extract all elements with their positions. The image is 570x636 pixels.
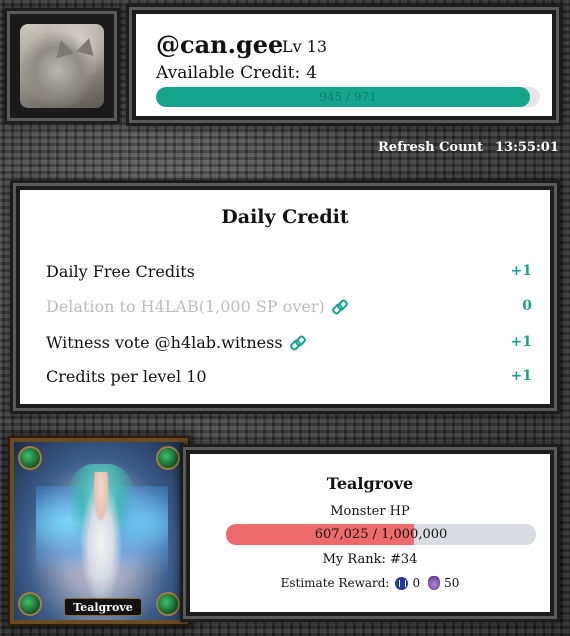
credit-label: Available Credit: [156,63,301,83]
credit-row: Credits per level 10 +1 [46,365,532,387]
avatar-frame [10,14,114,118]
credit-row-label: Daily Free Credits [46,261,195,281]
reward-coin-value: 0 [412,576,421,590]
monster-name: Tealgrove [326,474,414,493]
credit-row: Witness vote @h4lab.witness +1 [46,331,532,353]
monster-hp-text: 607,025 / 1,000,000 [314,527,448,542]
link-icon[interactable] [291,336,303,348]
credit-row-label: Credits per level 10 [46,366,207,386]
credit-progress-bar: 945 / 971 [156,87,540,107]
credit-row-label: Witness vote @h4lab.witness [46,332,283,352]
cat-ear-right [76,35,98,57]
credit-row: Delation to H4LAB(1,000 SP over) 0 [46,295,532,317]
leaf-gem-icon [18,446,42,470]
monster-hp-label: Monster HP [330,504,410,519]
card-name-plate: Tealgrove [64,598,142,616]
credit-row-value: +1 [510,368,532,384]
leaf-gem-icon [18,592,42,616]
profile-panel: @can.gee Lv 13 Available Credit: 4 945 / … [132,10,556,120]
estimate-reward: Estimate Reward: 0 50 [190,576,550,590]
credit-row-value: 0 [522,298,532,314]
potion-icon [428,576,441,590]
credit-row-value: +1 [510,334,532,350]
refresh-countdown: 13:55:01 [495,140,559,155]
credit-row: Daily Free Credits +1 [46,260,532,282]
credit-row-value: +1 [510,263,532,279]
reward-label: Estimate Reward: [280,576,390,590]
user-level: Lv 13 [282,37,328,56]
coin-icon [395,576,409,590]
leaf-gem-icon [156,592,180,616]
username[interactable]: @can.gee [156,30,283,59]
link-icon[interactable] [333,300,345,312]
monster-card[interactable]: Tealgrove [10,438,188,624]
monster-hp-bar: 607,025 / 1,000,000 [226,524,536,545]
credit-progress-text: 945 / 971 [319,90,377,104]
my-rank: My Rank: #34 [322,552,418,567]
credit-value: 4 [306,63,318,83]
daily-credit-panel: Daily Credit Daily Free Credits +1 Delat… [16,186,554,408]
credit-row-label: Delation to H4LAB(1,000 SP over) [46,296,325,316]
daily-credit-title: Daily Credit [221,206,349,228]
monster-panel: Tealgrove Monster HP 607,025 / 1,000,000… [186,450,554,616]
cat-ear-left [52,37,74,59]
card-art-figure [76,472,126,602]
available-credit: Available Credit: 4 [156,63,317,83]
leaf-gem-icon [156,446,180,470]
avatar[interactable] [20,24,104,108]
refresh-count-label: Refresh Count [378,140,484,155]
reward-potion-value: 50 [444,576,460,590]
